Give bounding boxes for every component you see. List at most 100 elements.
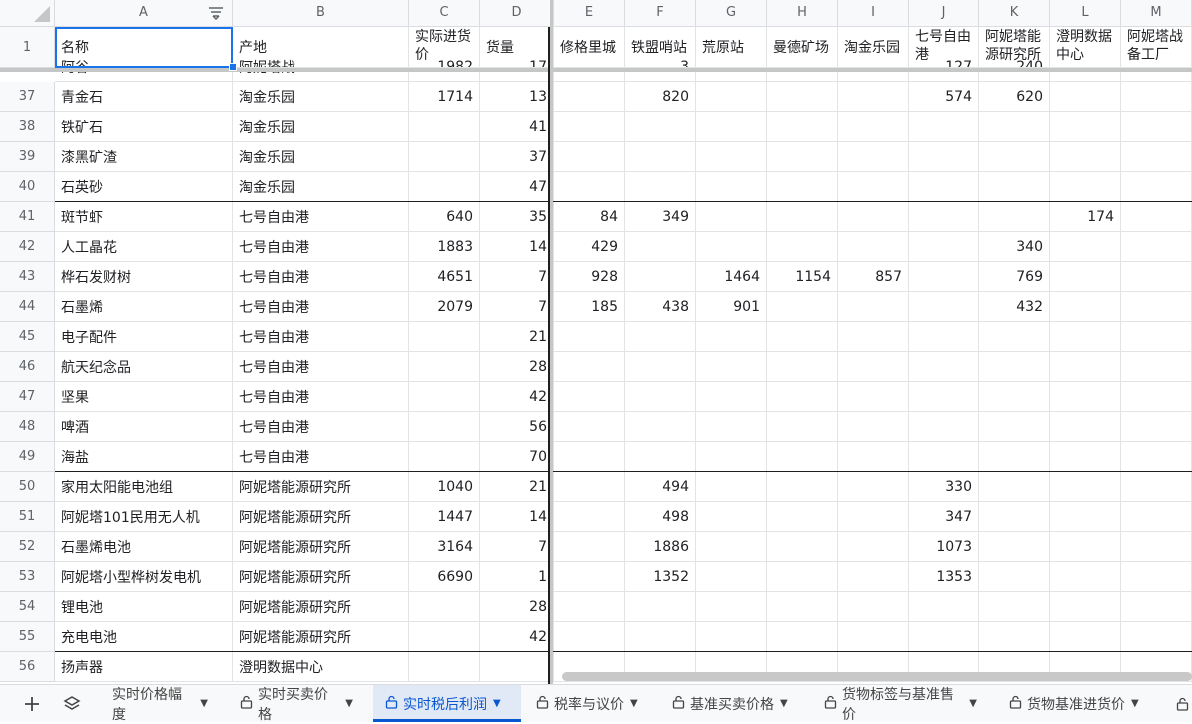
caret-down-icon[interactable]: ▼ [780, 698, 788, 709]
table-cell[interactable] [767, 322, 838, 352]
table-cell[interactable]: 901 [696, 292, 767, 322]
table-cell[interactable]: 电子配件 [55, 322, 233, 352]
table-cell[interactable] [838, 412, 909, 442]
table-cell[interactable] [696, 412, 767, 442]
table-cell[interactable] [1121, 292, 1192, 322]
table-cell[interactable] [554, 172, 625, 202]
table-cell[interactable] [554, 562, 625, 592]
table-cell[interactable] [696, 622, 767, 652]
table-cell[interactable]: 769 [979, 262, 1050, 292]
table-cell[interactable] [409, 652, 480, 682]
table-cell[interactable] [625, 412, 696, 442]
table-cell[interactable]: 174 [1050, 202, 1121, 232]
table-cell[interactable]: 21 [480, 472, 554, 502]
table-cell[interactable]: 阿妮塔101民用无人机 [55, 502, 233, 532]
table-cell[interactable] [554, 352, 625, 382]
table-cell[interactable] [979, 562, 1050, 592]
table-cell[interactable] [696, 592, 767, 622]
table-cell[interactable] [409, 412, 480, 442]
table-cell[interactable]: 330 [909, 472, 979, 502]
table-cell[interactable]: 桦石发财树 [55, 262, 233, 292]
column-header-B[interactable]: B [233, 0, 409, 27]
table-cell[interactable]: 淘金乐园 [233, 172, 409, 202]
table-cell[interactable]: 七号自由港 [233, 352, 409, 382]
table-cell[interactable] [554, 412, 625, 442]
table-cell[interactable] [1121, 142, 1192, 172]
header-cell[interactable]: 澄明数据中心 [1050, 27, 1121, 68]
table-cell[interactable] [625, 322, 696, 352]
table-cell[interactable]: 857 [838, 262, 909, 292]
header-cell[interactable]: 荒原站 [696, 27, 767, 68]
table-cell[interactable]: 1 [480, 562, 554, 592]
table-cell[interactable]: 七号自由港 [233, 382, 409, 412]
table-cell[interactable] [409, 112, 480, 142]
table-cell[interactable]: 3164 [409, 532, 480, 562]
table-cell[interactable] [979, 532, 1050, 562]
row-header[interactable]: 38 [0, 112, 55, 142]
table-cell[interactable] [909, 262, 979, 292]
table-cell[interactable]: 432 [979, 292, 1050, 322]
table-cell[interactable] [625, 592, 696, 622]
table-cell[interactable] [696, 172, 767, 202]
table-cell[interactable]: 漆黑矿渣 [55, 142, 233, 172]
table-cell[interactable] [625, 352, 696, 382]
table-cell[interactable] [696, 142, 767, 172]
row-header[interactable]: 40 [0, 172, 55, 202]
row-header[interactable]: 49 [0, 442, 55, 472]
table-cell[interactable] [409, 382, 480, 412]
table-cell[interactable] [409, 442, 480, 472]
table-cell[interactable] [909, 112, 979, 142]
table-cell[interactable] [838, 562, 909, 592]
frozen-column-divider[interactable] [550, 0, 553, 684]
table-cell[interactable] [838, 202, 909, 232]
caret-down-icon[interactable]: ▼ [630, 698, 638, 709]
table-cell[interactable]: 七号自由港 [233, 232, 409, 262]
table-cell[interactable]: 航天纪念品 [55, 352, 233, 382]
table-cell[interactable] [767, 592, 838, 622]
table-cell[interactable] [909, 202, 979, 232]
table-cell[interactable] [767, 292, 838, 322]
table-cell[interactable] [909, 592, 979, 622]
table-cell[interactable]: 1073 [909, 532, 979, 562]
table-cell[interactable] [838, 292, 909, 322]
row-header[interactable]: 37 [0, 82, 55, 112]
table-cell[interactable] [979, 142, 1050, 172]
spreadsheet-grid[interactable]: 阿谷阿妮塔战1982173127240ABCDEFGHIJKLM1名称产地实际进… [0, 0, 1192, 684]
table-cell[interactable]: 家用太阳能电池组 [55, 472, 233, 502]
table-cell[interactable]: 4651 [409, 262, 480, 292]
column-header-J[interactable]: J [909, 0, 979, 27]
table-cell[interactable] [838, 532, 909, 562]
table-cell[interactable] [696, 232, 767, 262]
table-cell[interactable]: 1040 [409, 472, 480, 502]
table-cell[interactable] [1050, 502, 1121, 532]
table-cell[interactable]: 斑节虾 [55, 202, 233, 232]
sheet-tab[interactable]: 实时价格幅度 ▼ [100, 685, 220, 723]
column-header-C[interactable]: C [409, 0, 480, 27]
table-cell[interactable]: 7 [480, 532, 554, 562]
table-cell[interactable]: 1353 [909, 562, 979, 592]
table-cell[interactable]: 七号自由港 [233, 322, 409, 352]
table-cell[interactable] [696, 382, 767, 412]
table-cell[interactable] [1121, 112, 1192, 142]
table-cell[interactable] [409, 592, 480, 622]
table-cell[interactable] [554, 442, 625, 472]
table-cell[interactable]: 锂电池 [55, 592, 233, 622]
table-cell[interactable] [909, 142, 979, 172]
table-cell[interactable]: 494 [625, 472, 696, 502]
table-cell[interactable]: 石英砂 [55, 172, 233, 202]
table-cell[interactable] [554, 112, 625, 142]
table-cell[interactable]: 1886 [625, 532, 696, 562]
table-cell[interactable]: 349 [625, 202, 696, 232]
table-cell[interactable]: 七号自由港 [233, 292, 409, 322]
frozen-row-divider[interactable] [0, 68, 1192, 72]
table-cell[interactable]: 扬声器 [55, 652, 233, 682]
table-cell[interactable] [1121, 562, 1192, 592]
table-cell[interactable]: 37 [480, 142, 554, 172]
table-cell[interactable] [696, 442, 767, 472]
table-cell[interactable] [696, 502, 767, 532]
row-header[interactable]: 52 [0, 532, 55, 562]
table-cell[interactable] [409, 352, 480, 382]
table-cell[interactable] [1121, 382, 1192, 412]
table-cell[interactable]: 七号自由港 [233, 262, 409, 292]
table-cell[interactable]: 阿妮塔能源研究所 [233, 502, 409, 532]
